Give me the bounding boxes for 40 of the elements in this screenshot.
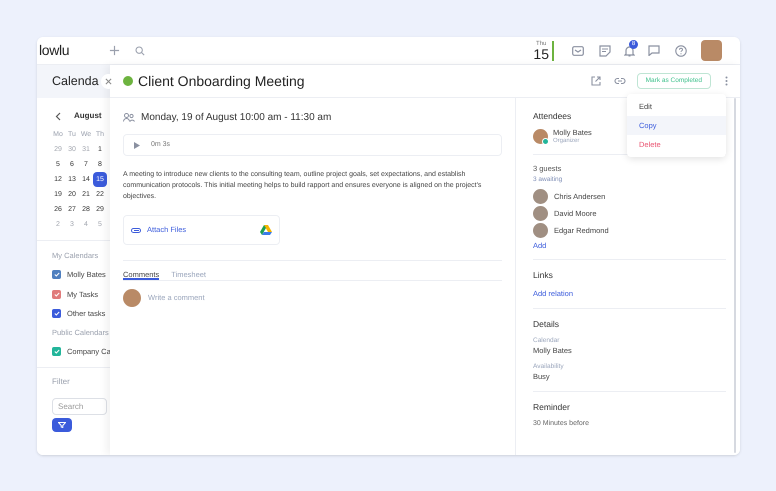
link-icon[interactable] (614, 77, 626, 85)
user-avatar[interactable] (701, 40, 722, 61)
app-logo[interactable]: lowlu (39, 40, 70, 61)
more-icon[interactable] (725, 76, 728, 86)
commenter-avatar (123, 289, 141, 307)
search-icon[interactable] (135, 46, 146, 56)
calendar-checkbox[interactable] (52, 308, 61, 318)
section-heading: Links (533, 269, 554, 282)
calendar-checkbox[interactable] (52, 270, 61, 280)
mail-icon[interactable] (572, 46, 584, 56)
bell-icon[interactable] (624, 44, 635, 56)
calendar-checkbox[interactable] (52, 347, 61, 356)
chat-icon[interactable] (648, 45, 660, 56)
paperclip-icon (131, 228, 141, 232)
play-icon[interactable] (134, 142, 140, 148)
help-icon[interactable] (675, 44, 687, 56)
guest-avatar (533, 222, 548, 238)
chevron-left-icon[interactable] (55, 112, 61, 120)
scrollbar[interactable] (734, 98, 736, 453)
event-date-time: Monday, 19 of August 10:00 am - 11:30 am (141, 111, 332, 125)
notes-icon[interactable] (599, 44, 611, 56)
organizer-avatar (533, 129, 548, 144)
close-icon (105, 78, 112, 85)
funnel-icon (58, 422, 66, 428)
calendar-checkbox[interactable] (52, 290, 61, 299)
month-label: August (74, 110, 102, 122)
section-heading: Reminder (533, 400, 571, 414)
search-field[interactable]: Search (52, 398, 107, 414)
guest-avatar (533, 206, 548, 221)
section-heading: Attendees (533, 110, 572, 123)
plus-icon[interactable] (109, 45, 120, 56)
external-link-icon[interactable] (590, 76, 601, 86)
guest-avatar (533, 188, 548, 204)
drive-icon[interactable] (260, 225, 272, 235)
filter-button[interactable] (52, 418, 72, 432)
sidebar-title: Calenda (52, 73, 99, 90)
event-title: Client Onboarding Meeting (138, 72, 305, 91)
people-icon (123, 113, 135, 122)
filter-label: Filter (51, 376, 71, 388)
section-heading: Details (533, 318, 560, 331)
